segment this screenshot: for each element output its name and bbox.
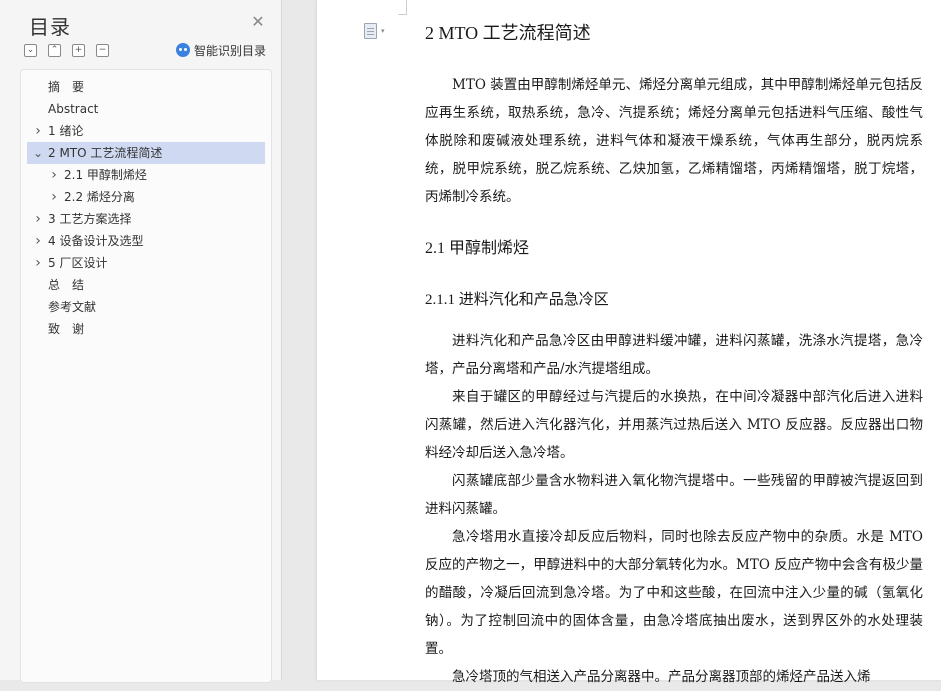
chevron-right-icon[interactable]: › bbox=[33, 120, 43, 142]
chevron-down-icon[interactable]: ⌄ bbox=[33, 142, 43, 164]
remove-heading-icon[interactable]: − bbox=[96, 44, 109, 57]
toc-list: 摘 要 Abstract › 1 绪论 ⌄ 2 MTO 工艺流程简述 › 2.1 甲醇制烯烃 ›… bbox=[20, 69, 272, 683]
toc-item-label: 4 设备设计及选型 bbox=[48, 234, 144, 248]
toc-item[interactable]: 致 谢 bbox=[27, 318, 265, 340]
toc-item-label: 2.1 甲醇制烯烃 bbox=[64, 168, 147, 182]
toc-item-label: 参考文献 bbox=[48, 300, 97, 314]
smart-toc-icon bbox=[176, 43, 190, 57]
chevron-right-icon[interactable]: › bbox=[49, 186, 59, 208]
toc-item-label: 3 工艺方案选择 bbox=[48, 212, 132, 226]
toc-panel: 目录 ✕ ⌄ ⌃ + − 智能识别目录 摘 要 Abstract › 1 绪论 ⌄ 2 M… bbox=[0, 0, 282, 683]
paragraph: MTO 装置由甲醇制烯烃单元、烯烃分离单元组成，其中甲醇制烯烃单元包括反应再生系… bbox=[425, 77, 923, 205]
chevron-right-icon[interactable]: › bbox=[49, 164, 59, 186]
toc-item[interactable]: ⌄ 2 MTO 工艺流程简述 bbox=[27, 142, 265, 164]
toc-item[interactable]: 总 结 bbox=[27, 274, 265, 296]
toc-item[interactable]: Abstract bbox=[27, 98, 265, 120]
paragraph: 进料汽化和产品急冷区由甲醇进料缓冲罐，进料闪蒸罐，洗涤水汽提塔，急冷塔，产品分离… bbox=[425, 333, 923, 377]
toc-item-label: 总 结 bbox=[48, 278, 85, 292]
toc-item[interactable]: › 3 工艺方案选择 bbox=[27, 208, 265, 230]
toc-item-label: 2 MTO 工艺流程简述 bbox=[48, 146, 163, 160]
toc-item-label: 摘 要 bbox=[48, 80, 85, 94]
toc-item[interactable]: 摘 要 bbox=[27, 76, 265, 98]
toc-item[interactable]: 参考文献 bbox=[27, 296, 265, 318]
smart-toc-label: 智能识别目录 bbox=[194, 43, 267, 58]
toc-item[interactable]: › 2.2 烯烃分离 bbox=[27, 186, 265, 208]
document-nav-icon[interactable]: ▾ bbox=[364, 23, 388, 39]
toc-item[interactable]: › 2.1 甲醇制烯烃 bbox=[27, 164, 265, 186]
chevron-right-icon[interactable]: › bbox=[33, 208, 43, 230]
toc-item[interactable]: › 5 厂区设计 bbox=[27, 252, 265, 274]
heading-2-1-1: 2.1.1 进料汽化和产品急冷区 bbox=[425, 292, 609, 308]
collapse-all-icon[interactable]: ⌄ bbox=[24, 44, 37, 57]
toc-title: 目录 bbox=[29, 15, 71, 39]
toc-item-label: 致 谢 bbox=[48, 322, 85, 336]
expand-all-icon[interactable]: ⌃ bbox=[48, 44, 61, 57]
toc-item[interactable]: › 4 设备设计及选型 bbox=[27, 230, 265, 252]
toc-item[interactable]: › 1 绪论 bbox=[27, 120, 265, 142]
heading-2: 2 MTO 工艺流程简述 bbox=[425, 23, 591, 43]
paragraph: 闪蒸罐底部少量含水物料进入氧化物汽提塔中。一些残留的甲醇被汽提返回到进料闪蒸罐。 bbox=[425, 473, 923, 517]
toc-item-label: 5 厂区设计 bbox=[48, 256, 108, 270]
paragraph: 来自于罐区的甲醇经过与汽提后的水换热，在中间冷凝器中部汽化后进入进料闪蒸罐，然后… bbox=[425, 389, 923, 461]
add-heading-icon[interactable]: + bbox=[72, 44, 85, 57]
chevron-right-icon[interactable]: › bbox=[33, 230, 43, 252]
close-icon[interactable]: ✕ bbox=[250, 14, 266, 30]
toc-item-label: 2.2 烯烃分离 bbox=[64, 190, 135, 204]
heading-2-1: 2.1 甲醇制烯烃 bbox=[425, 240, 530, 257]
paragraph: 急冷塔顶的气相送入产品分离器中。产品分离器顶部的烯烃产品送入烯 bbox=[452, 669, 871, 685]
toc-item-label: 1 绪论 bbox=[48, 124, 84, 138]
paragraph: 急冷塔用水直接冷却反应后物料，同时也除去反应产物中的杂质。水是 MTO 反应的产… bbox=[425, 529, 923, 657]
page-corner-mark bbox=[398, 0, 407, 15]
smart-toc-button[interactable]: 智能识别目录 bbox=[176, 42, 266, 58]
toc-item-label: Abstract bbox=[48, 102, 99, 116]
chevron-right-icon[interactable]: › bbox=[33, 252, 43, 274]
